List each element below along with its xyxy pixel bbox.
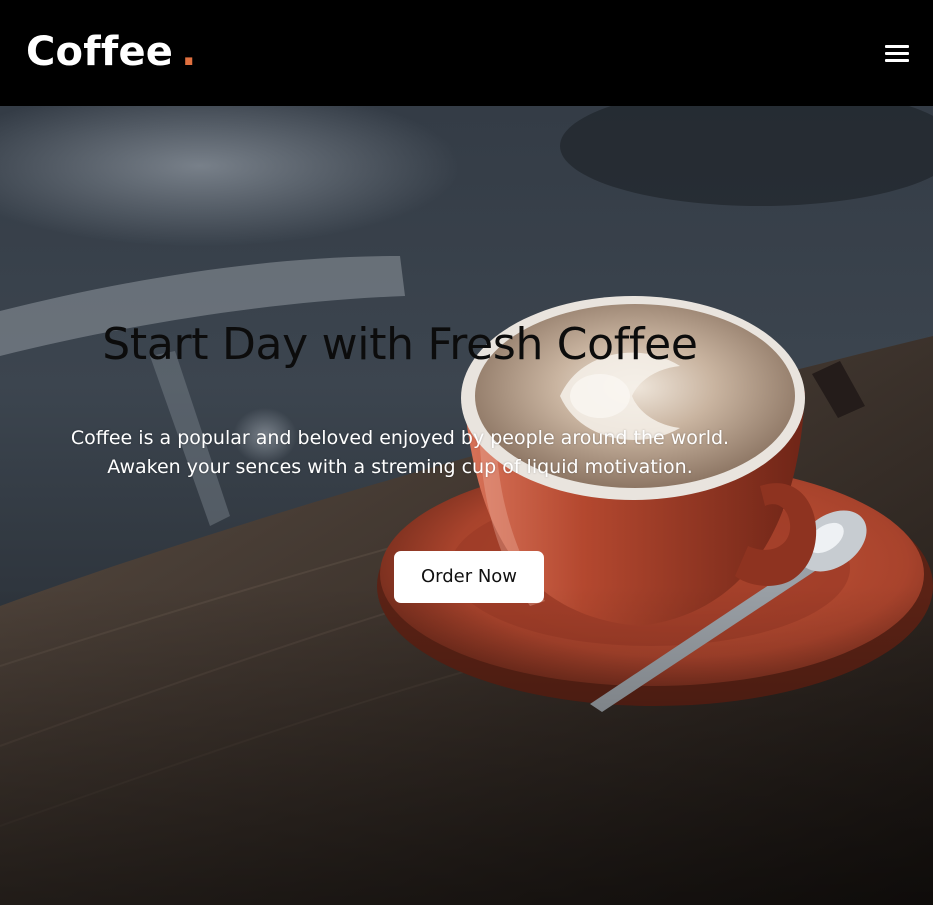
brand-logo[interactable]: Coffee.: [26, 28, 197, 76]
brand-text: Coffee: [26, 29, 174, 75]
order-now-button[interactable]: Order Now: [394, 551, 544, 603]
hero-subtitle: Coffee is a popular and beloved enjoyed …: [0, 424, 800, 482]
hero-background-image: [0, 106, 933, 905]
brand-dot: .: [181, 29, 197, 75]
hero-section: Start Day with Fresh Coffee Coffee is a …: [0, 106, 933, 905]
navbar: Coffee.: [0, 0, 933, 106]
hero-subtitle-line-2: Awaken your sences with a streming cup o…: [107, 456, 693, 478]
menu-bar-middle: [885, 52, 909, 55]
page: Coffee. Start Day with Fresh Coffee Coff…: [0, 0, 933, 905]
hero-subtitle-line-1: Coffee is a popular and beloved enjoyed …: [70, 427, 730, 449]
hamburger-menu-icon[interactable]: [877, 40, 917, 68]
menu-bar-bottom: [885, 59, 909, 62]
hero-title: Start Day with Fresh Coffee: [102, 319, 698, 370]
menu-bar-top: [885, 45, 909, 48]
